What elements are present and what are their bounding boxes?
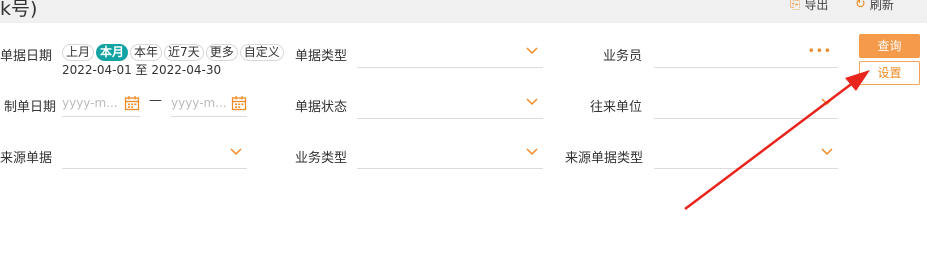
salesperson-label: 业务员 (603, 49, 643, 64)
business-type-select[interactable] (357, 145, 543, 169)
chevron-down-icon (820, 145, 834, 159)
export-label: 导出 (804, 0, 829, 12)
range-this-year[interactable]: 本年 (130, 44, 163, 61)
end-date-placeholder: yyyy-m... (171, 96, 227, 110)
annotation-arrow (684, 70, 870, 210)
source-doc-select[interactable] (62, 145, 247, 169)
quick-range-group: 上月 本月 本年 近7天 更多 自定义 (62, 44, 284, 61)
doc-type-select[interactable] (357, 44, 543, 68)
created-date-label: 制单日期 (4, 100, 57, 115)
doc-status-select[interactable] (357, 95, 543, 119)
doc-status-label: 单据状态 (295, 100, 348, 115)
created-start-date[interactable]: yyyy-m... (62, 93, 140, 117)
refresh-label: 刷新 (869, 0, 894, 12)
query-button[interactable]: 查询 (859, 34, 920, 58)
partner-label: 往来单位 (590, 100, 643, 115)
source-doc-label: 来源单据 (0, 151, 53, 166)
page-title: k号) (0, 0, 38, 20)
refresh-icon: ↻ (855, 0, 866, 12)
range-more[interactable]: 更多 (205, 44, 238, 61)
range-custom[interactable]: 自定义 (239, 44, 284, 61)
chevron-down-icon (229, 145, 243, 159)
more-dots-icon[interactable]: ••• (808, 44, 832, 58)
partner-select[interactable] (654, 95, 838, 119)
salesperson-picker[interactable]: ••• (654, 44, 838, 68)
start-date-placeholder: yyyy-m... (62, 96, 118, 110)
export-icon: ⎘ (790, 0, 801, 12)
date-range-value: 2022-04-01 至 2022-04-30 (62, 63, 222, 77)
business-type-label: 业务类型 (295, 151, 348, 166)
calendar-icon[interactable] (231, 95, 247, 111)
refresh-button[interactable]: ↻ 刷新 (855, 0, 894, 13)
top-toolbar: k号) ⎘ 导出 ↻ 刷新 (0, 0, 927, 23)
range-last-7-days[interactable]: 近7天 (164, 44, 204, 61)
source-doc-type-label: 来源单据类型 (565, 151, 644, 166)
chevron-down-icon (525, 145, 539, 159)
source-doc-type-select[interactable] (654, 145, 838, 169)
calendar-icon[interactable] (124, 95, 140, 111)
chevron-down-icon (820, 95, 834, 109)
settings-button[interactable]: 设置 (859, 61, 920, 85)
range-last-month[interactable]: 上月 (62, 44, 95, 61)
export-button[interactable]: ⎘ 导出 (790, 0, 828, 13)
range-this-month[interactable]: 本月 (96, 44, 129, 61)
chevron-down-icon (525, 95, 539, 109)
created-end-date[interactable]: yyyy-m... (171, 93, 247, 117)
date-separator: — (149, 93, 162, 108)
doc-date-label: 单据日期 (0, 49, 53, 64)
doc-type-label: 单据类型 (295, 49, 348, 64)
chevron-down-icon (525, 44, 539, 58)
